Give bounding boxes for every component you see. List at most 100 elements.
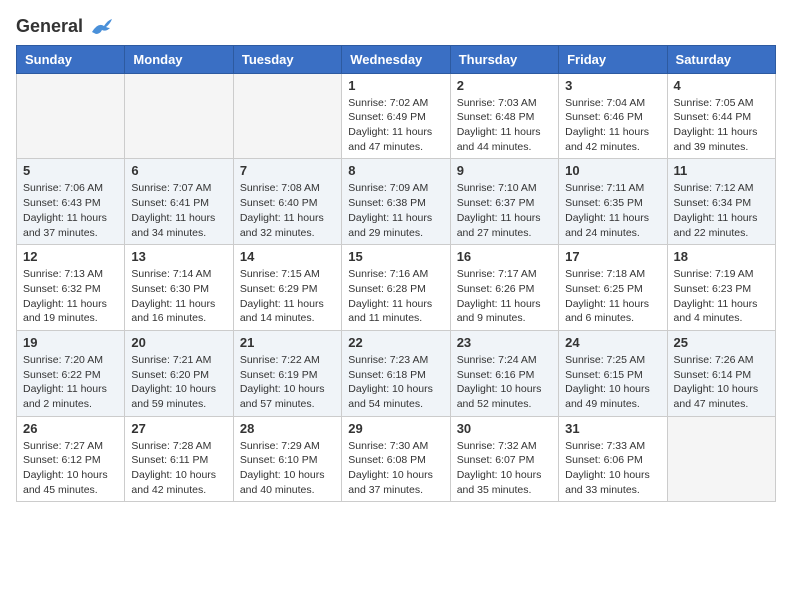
calendar-cell <box>233 73 341 159</box>
calendar-cell: 9Sunrise: 7:10 AMSunset: 6:37 PMDaylight… <box>450 159 558 245</box>
day-number: 25 <box>674 335 769 350</box>
day-info: Sunrise: 7:24 AMSunset: 6:16 PMDaylight:… <box>457 353 552 412</box>
calendar-cell: 13 Sunrise: 7:14 AMSunset: 6:30 PMDayligh… <box>125 245 233 331</box>
day-number: 20 <box>131 335 226 350</box>
day-number: 5 <box>23 163 118 178</box>
calendar-cell: 31 Sunrise: 7:33 AMSunset: 6:06 PMDayligh… <box>559 416 667 502</box>
day-number: 11 <box>674 163 769 178</box>
day-number: 10 <box>565 163 660 178</box>
day-info: Sunrise: 7:12 AMSunset: 6:34 PMDaylight:… <box>674 181 769 240</box>
day-info: Sunrise: 7:15 AMSunset: 6:29 PMDaylight:… <box>240 267 335 326</box>
calendar-cell: 3 Sunrise: 7:04 AMSunset: 6:46 PMDaylight… <box>559 73 667 159</box>
calendar-cell: 8 Sunrise: 7:09 AMSunset: 6:38 PMDaylight… <box>342 159 450 245</box>
day-info: Sunrise: 7:05 AMSunset: 6:44 PMDaylight:… <box>674 96 769 155</box>
calendar-cell: 1Sunrise: 7:02 AMSunset: 6:49 PMDaylight… <box>342 73 450 159</box>
day-number: 14 <box>240 249 335 264</box>
day-info: Sunrise: 7:33 AMSunset: 6:06 PMDaylight:… <box>565 439 660 498</box>
calendar-cell: 15 Sunrise: 7:16 AMSunset: 6:28 PMDayligh… <box>342 245 450 331</box>
day-info: Sunrise: 7:10 AMSunset: 6:37 PMDaylight:… <box>457 181 552 240</box>
day-number: 19 <box>23 335 118 350</box>
logo: General <box>16 16 112 33</box>
calendar-cell: 4Sunrise: 7:05 AMSunset: 6:44 PMDaylight… <box>667 73 775 159</box>
day-number: 1 <box>348 78 443 93</box>
day-number: 29 <box>348 421 443 436</box>
day-info: Sunrise: 7:27 AMSunset: 6:12 PMDaylight:… <box>23 439 118 498</box>
day-number: 21 <box>240 335 335 350</box>
day-number: 7 <box>240 163 335 178</box>
calendar-table: SundayMondayTuesdayWednesdayThursdayFrid… <box>16 45 776 503</box>
calendar-cell: 25 Sunrise: 7:26 AMSunset: 6:14 PMDayligh… <box>667 330 775 416</box>
day-info: Sunrise: 7:03 AMSunset: 6:48 PMDaylight:… <box>457 96 552 155</box>
calendar-cell <box>667 416 775 502</box>
day-number: 26 <box>23 421 118 436</box>
day-info: Sunrise: 7:11 AMSunset: 6:35 PMDaylight:… <box>565 181 660 240</box>
day-info: Sunrise: 7:08 AMSunset: 6:40 PMDaylight:… <box>240 181 335 240</box>
day-number: 8 <box>348 163 443 178</box>
calendar-cell <box>17 73 125 159</box>
calendar-cell: 7 Sunrise: 7:08 AMSunset: 6:40 PMDaylight… <box>233 159 341 245</box>
day-number: 2 <box>457 78 552 93</box>
week-row-1: 1Sunrise: 7:02 AMSunset: 6:49 PMDaylight… <box>17 73 776 159</box>
day-number: 15 <box>348 249 443 264</box>
day-info: Sunrise: 7:30 AMSunset: 6:08 PMDaylight:… <box>348 439 443 498</box>
header-monday: Monday <box>125 45 233 73</box>
calendar-cell: 24 Sunrise: 7:25 AMSunset: 6:15 PMDayligh… <box>559 330 667 416</box>
day-info: Sunrise: 7:16 AMSunset: 6:28 PMDaylight:… <box>348 267 443 326</box>
calendar-cell: 23 Sunrise: 7:24 AMSunset: 6:16 PMDayligh… <box>450 330 558 416</box>
day-number: 16 <box>457 249 552 264</box>
day-number: 24 <box>565 335 660 350</box>
calendar-cell: 17 Sunrise: 7:18 AMSunset: 6:25 PMDayligh… <box>559 245 667 331</box>
day-number: 30 <box>457 421 552 436</box>
day-number: 23 <box>457 335 552 350</box>
week-row-4: 19 Sunrise: 7:20 AMSunset: 6:22 PMDayligh… <box>17 330 776 416</box>
calendar-cell: 30Sunrise: 7:32 AMSunset: 6:07 PMDayligh… <box>450 416 558 502</box>
day-info: Sunrise: 7:06 AMSunset: 6:43 PMDaylight:… <box>23 181 118 240</box>
calendar-cell: 18 Sunrise: 7:19 AMSunset: 6:23 PMDayligh… <box>667 245 775 331</box>
day-info: Sunrise: 7:07 AMSunset: 6:41 PMDaylight:… <box>131 181 226 240</box>
week-row-3: 12 Sunrise: 7:13 AMSunset: 6:32 PMDayligh… <box>17 245 776 331</box>
day-number: 3 <box>565 78 660 93</box>
header-saturday: Saturday <box>667 45 775 73</box>
day-number: 13 <box>131 249 226 264</box>
calendar-cell: 2 Sunrise: 7:03 AMSunset: 6:48 PMDaylight… <box>450 73 558 159</box>
day-number: 28 <box>240 421 335 436</box>
day-info: Sunrise: 7:19 AMSunset: 6:23 PMDaylight:… <box>674 267 769 326</box>
week-row-5: 26 Sunrise: 7:27 AMSunset: 6:12 PMDayligh… <box>17 416 776 502</box>
day-number: 6 <box>131 163 226 178</box>
day-info: Sunrise: 7:25 AMSunset: 6:15 PMDaylight:… <box>565 353 660 412</box>
day-number: 12 <box>23 249 118 264</box>
day-info: Sunrise: 7:23 AMSunset: 6:18 PMDaylight:… <box>348 353 443 412</box>
header-sunday: Sunday <box>17 45 125 73</box>
day-info: Sunrise: 7:09 AMSunset: 6:38 PMDaylight:… <box>348 181 443 240</box>
calendar-cell: 19 Sunrise: 7:20 AMSunset: 6:22 PMDayligh… <box>17 330 125 416</box>
day-info: Sunrise: 7:22 AMSunset: 6:19 PMDaylight:… <box>240 353 335 412</box>
day-info: Sunrise: 7:04 AMSunset: 6:46 PMDaylight:… <box>565 96 660 155</box>
calendar-cell: 5 Sunrise: 7:06 AMSunset: 6:43 PMDaylight… <box>17 159 125 245</box>
day-info: Sunrise: 7:17 AMSunset: 6:26 PMDaylight:… <box>457 267 552 326</box>
calendar-cell <box>125 73 233 159</box>
day-info: Sunrise: 7:18 AMSunset: 6:25 PMDaylight:… <box>565 267 660 326</box>
day-info: Sunrise: 7:29 AMSunset: 6:10 PMDaylight:… <box>240 439 335 498</box>
header-thursday: Thursday <box>450 45 558 73</box>
week-row-2: 5 Sunrise: 7:06 AMSunset: 6:43 PMDaylight… <box>17 159 776 245</box>
day-number: 31 <box>565 421 660 436</box>
calendar-cell: 26 Sunrise: 7:27 AMSunset: 6:12 PMDayligh… <box>17 416 125 502</box>
header-friday: Friday <box>559 45 667 73</box>
day-number: 17 <box>565 249 660 264</box>
day-info: Sunrise: 7:13 AMSunset: 6:32 PMDaylight:… <box>23 267 118 326</box>
calendar-cell: 16 Sunrise: 7:17 AMSunset: 6:26 PMDayligh… <box>450 245 558 331</box>
day-number: 27 <box>131 421 226 436</box>
logo-line1: General <box>16 16 83 36</box>
calendar-cell: 22Sunrise: 7:23 AMSunset: 6:18 PMDayligh… <box>342 330 450 416</box>
day-number: 18 <box>674 249 769 264</box>
day-info: Sunrise: 7:14 AMSunset: 6:30 PMDaylight:… <box>131 267 226 326</box>
day-info: Sunrise: 7:21 AMSunset: 6:20 PMDaylight:… <box>131 353 226 412</box>
calendar-cell: 10 Sunrise: 7:11 AMSunset: 6:35 PMDayligh… <box>559 159 667 245</box>
header-tuesday: Tuesday <box>233 45 341 73</box>
day-info: Sunrise: 7:28 AMSunset: 6:11 PMDaylight:… <box>131 439 226 498</box>
day-info: Sunrise: 7:26 AMSunset: 6:14 PMDaylight:… <box>674 353 769 412</box>
day-info: Sunrise: 7:20 AMSunset: 6:22 PMDaylight:… <box>23 353 118 412</box>
header-row: SundayMondayTuesdayWednesdayThursdayFrid… <box>17 45 776 73</box>
calendar-cell: 6 Sunrise: 7:07 AMSunset: 6:41 PMDaylight… <box>125 159 233 245</box>
calendar-cell: 27 Sunrise: 7:28 AMSunset: 6:11 PMDayligh… <box>125 416 233 502</box>
